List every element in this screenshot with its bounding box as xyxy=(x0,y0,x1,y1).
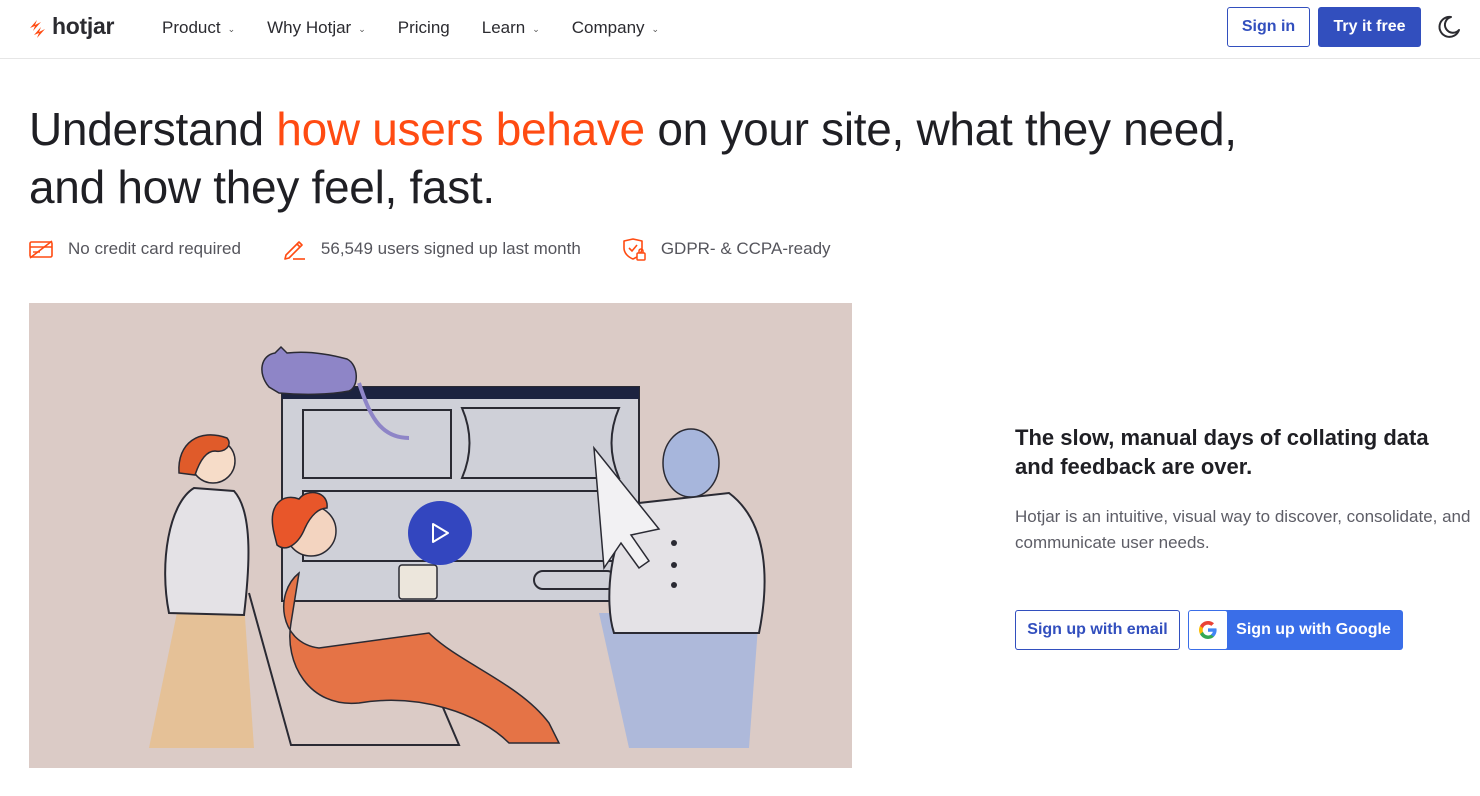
feature-gdpr: GDPR- & CCPA-ready xyxy=(621,236,831,262)
credit-card-crossed-icon xyxy=(29,240,53,259)
chevron-down-icon: ⌄ xyxy=(651,23,660,34)
moon-icon[interactable] xyxy=(1436,14,1462,40)
play-button[interactable] xyxy=(408,501,472,565)
feature-label: 56,549 users signed up last month xyxy=(320,239,581,258)
main-nav: Product ⌄ Why Hotjar ⌄ Pricing Learn ⌄ C… xyxy=(162,0,691,56)
google-button-label: Sign up with Google xyxy=(1236,621,1391,638)
nav-item-label: Why Hotjar xyxy=(267,18,352,37)
nav-item-pricing[interactable]: Pricing xyxy=(398,18,450,38)
play-icon xyxy=(432,523,449,543)
pencil-icon xyxy=(284,241,305,260)
feature-no-credit-card: No credit card required xyxy=(28,236,241,262)
nav-item-label: Company xyxy=(571,18,645,37)
nav-item-label: Learn xyxy=(481,18,526,37)
sub-text: Hotjar is an intuitive, visual way to di… xyxy=(1015,507,1471,552)
nav-item-why-hotjar[interactable]: Why Hotjar ⌄ xyxy=(267,18,366,38)
chevron-down-icon: ⌄ xyxy=(358,23,366,34)
nav-item-label: Pricing xyxy=(397,18,450,37)
chevron-down-icon: ⌄ xyxy=(227,23,236,34)
hotjar-logo[interactable]: hotjar xyxy=(28,13,114,40)
browser-window-illustration xyxy=(281,386,640,602)
sub-heading: The slow, manual days of collating data … xyxy=(1015,425,1429,479)
nav-item-company[interactable]: Company ⌄ xyxy=(572,18,659,38)
site-header: hotjar Product ⌄ Why Hotjar ⌄ Pricing Le… xyxy=(0,0,1480,59)
woman-illustration xyxy=(149,434,254,748)
google-icon xyxy=(1199,621,1217,639)
headline-text-start: Understand xyxy=(29,103,277,155)
nav-item-label: Product xyxy=(162,18,221,37)
hero-video[interactable] xyxy=(29,303,852,768)
google-logo-box xyxy=(1189,611,1227,649)
sign-up-email-button[interactable]: Sign up with email xyxy=(1015,610,1180,650)
logo-text: hotjar xyxy=(52,13,115,39)
sign-in-button[interactable]: Sign in xyxy=(1227,7,1310,47)
feature-label: No credit card required xyxy=(68,239,241,258)
feature-users-signed-up: 56,549 users signed up last month xyxy=(281,236,581,262)
hero-headline: Understand how users behave on your site… xyxy=(29,100,1249,216)
hotjar-flame-icon xyxy=(30,19,45,38)
shield-lock-icon xyxy=(623,238,646,261)
headline-accent: how users behave xyxy=(276,103,645,155)
feature-list: No credit card required 56,549 users sig… xyxy=(28,236,871,262)
chevron-down-icon: ⌄ xyxy=(532,23,540,34)
nav-item-product[interactable]: Product ⌄ xyxy=(162,18,235,38)
feature-label: GDPR- & CCPA-ready xyxy=(660,239,831,258)
sign-up-google-button[interactable]: Sign up with Google xyxy=(1188,610,1403,650)
try-it-free-button[interactable]: Try it free xyxy=(1318,7,1421,47)
nav-item-learn[interactable]: Learn ⌄ xyxy=(482,18,540,38)
